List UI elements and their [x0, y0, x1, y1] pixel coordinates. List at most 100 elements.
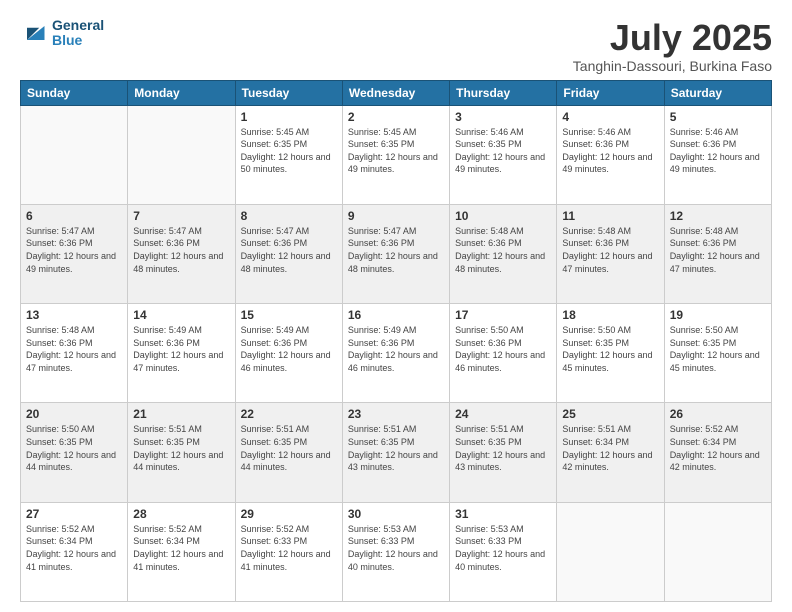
day-cell: 12Sunrise: 5:48 AM Sunset: 6:36 PM Dayli… [664, 204, 771, 303]
day-number: 26 [670, 407, 766, 421]
day-info: Sunrise: 5:48 AM Sunset: 6:36 PM Dayligh… [26, 324, 122, 374]
weekday-header-saturday: Saturday [664, 80, 771, 105]
calendar-table: SundayMondayTuesdayWednesdayThursdayFrid… [20, 80, 772, 602]
day-number: 31 [455, 507, 551, 521]
day-number: 11 [562, 209, 658, 223]
day-info: Sunrise: 5:50 AM Sunset: 6:35 PM Dayligh… [562, 324, 658, 374]
day-info: Sunrise: 5:47 AM Sunset: 6:36 PM Dayligh… [348, 225, 444, 275]
day-number: 12 [670, 209, 766, 223]
day-info: Sunrise: 5:51 AM Sunset: 6:35 PM Dayligh… [455, 423, 551, 473]
day-cell: 18Sunrise: 5:50 AM Sunset: 6:35 PM Dayli… [557, 304, 664, 403]
day-cell: 1Sunrise: 5:45 AM Sunset: 6:35 PM Daylig… [235, 105, 342, 204]
weekday-header-wednesday: Wednesday [342, 80, 449, 105]
day-info: Sunrise: 5:52 AM Sunset: 6:34 PM Dayligh… [133, 523, 229, 573]
day-cell: 19Sunrise: 5:50 AM Sunset: 6:35 PM Dayli… [664, 304, 771, 403]
day-cell: 14 Sunrise: 5:49 AM Sunset: 6:36 PM Dayli… [128, 304, 235, 403]
day-number: 16 [348, 308, 444, 322]
day-info: Sunrise: 5:47 AM Sunset: 6:36 PM Dayligh… [26, 225, 122, 275]
page: General Blue July 2025 Tanghin-Dassouri,… [0, 0, 792, 612]
day-cell: 25 Sunrise: 5:51 AM Sunset: 6:34 PM Dayli… [557, 403, 664, 502]
day-number: 14 [133, 308, 229, 322]
day-cell: 27 Sunrise: 5:52 AM Sunset: 6:34 PM Dayli… [21, 502, 128, 601]
day-info: Sunrise: 5:46 AM Sunset: 6:36 PM Dayligh… [562, 126, 658, 176]
day-cell: 20 Sunrise: 5:50 AM Sunset: 6:35 PM Dayli… [21, 403, 128, 502]
day-number: 9 [348, 209, 444, 223]
day-cell: 24Sunrise: 5:51 AM Sunset: 6:35 PM Dayli… [450, 403, 557, 502]
day-info: Sunrise: 5:51 AM Sunset: 6:35 PM Dayligh… [133, 423, 229, 473]
day-number: 10 [455, 209, 551, 223]
day-cell: 22Sunrise: 5:51 AM Sunset: 6:35 PM Dayli… [235, 403, 342, 502]
day-number: 20 [26, 407, 122, 421]
day-info: Sunrise: 5:47 AM Sunset: 6:36 PM Dayligh… [133, 225, 229, 275]
day-info: Sunrise: 5:50 AM Sunset: 6:36 PM Dayligh… [455, 324, 551, 374]
day-cell [21, 105, 128, 204]
day-cell: 8 Sunrise: 5:47 AM Sunset: 6:36 PM Daylig… [235, 204, 342, 303]
day-number: 8 [241, 209, 337, 223]
day-cell [664, 502, 771, 601]
weekday-header-row: SundayMondayTuesdayWednesdayThursdayFrid… [21, 80, 772, 105]
day-number: 13 [26, 308, 122, 322]
logo: General Blue [20, 18, 104, 49]
day-cell: 4 Sunrise: 5:46 AM Sunset: 6:36 PM Daylig… [557, 105, 664, 204]
title-block: July 2025 Tanghin-Dassouri, Burkina Faso [573, 18, 772, 74]
day-number: 23 [348, 407, 444, 421]
day-number: 3 [455, 110, 551, 124]
day-info: Sunrise: 5:51 AM Sunset: 6:35 PM Dayligh… [348, 423, 444, 473]
day-number: 25 [562, 407, 658, 421]
day-info: Sunrise: 5:47 AM Sunset: 6:36 PM Dayligh… [241, 225, 337, 275]
logo-text: General Blue [52, 18, 104, 49]
day-info: Sunrise: 5:51 AM Sunset: 6:34 PM Dayligh… [562, 423, 658, 473]
day-info: Sunrise: 5:52 AM Sunset: 6:34 PM Dayligh… [26, 523, 122, 573]
day-number: 27 [26, 507, 122, 521]
week-row-4: 20 Sunrise: 5:50 AM Sunset: 6:35 PM Dayli… [21, 403, 772, 502]
day-number: 21 [133, 407, 229, 421]
day-cell: 10Sunrise: 5:48 AM Sunset: 6:36 PM Dayli… [450, 204, 557, 303]
weekday-header-sunday: Sunday [21, 80, 128, 105]
weekday-header-tuesday: Tuesday [235, 80, 342, 105]
day-cell [128, 105, 235, 204]
week-row-5: 27 Sunrise: 5:52 AM Sunset: 6:34 PM Dayli… [21, 502, 772, 601]
week-row-2: 6Sunrise: 5:47 AM Sunset: 6:36 PM Daylig… [21, 204, 772, 303]
day-info: Sunrise: 5:49 AM Sunset: 6:36 PM Dayligh… [241, 324, 337, 374]
day-info: Sunrise: 5:50 AM Sunset: 6:35 PM Dayligh… [670, 324, 766, 374]
day-cell: 13 Sunrise: 5:48 AM Sunset: 6:36 PM Dayli… [21, 304, 128, 403]
day-number: 2 [348, 110, 444, 124]
weekday-header-thursday: Thursday [450, 80, 557, 105]
day-cell: 21 Sunrise: 5:51 AM Sunset: 6:35 PM Dayli… [128, 403, 235, 502]
day-info: Sunrise: 5:46 AM Sunset: 6:36 PM Dayligh… [670, 126, 766, 176]
day-info: Sunrise: 5:46 AM Sunset: 6:35 PM Dayligh… [455, 126, 551, 176]
day-cell: 17 Sunrise: 5:50 AM Sunset: 6:36 PM Dayli… [450, 304, 557, 403]
logo-icon [20, 19, 48, 47]
day-number: 7 [133, 209, 229, 223]
day-cell: 9 Sunrise: 5:47 AM Sunset: 6:36 PM Daylig… [342, 204, 449, 303]
day-number: 30 [348, 507, 444, 521]
day-cell: 30 Sunrise: 5:53 AM Sunset: 6:33 PM Dayli… [342, 502, 449, 601]
day-number: 1 [241, 110, 337, 124]
day-info: Sunrise: 5:53 AM Sunset: 6:33 PM Dayligh… [455, 523, 551, 573]
day-cell: 29Sunrise: 5:52 AM Sunset: 6:33 PM Dayli… [235, 502, 342, 601]
header: General Blue July 2025 Tanghin-Dassouri,… [20, 18, 772, 74]
day-cell: 23 Sunrise: 5:51 AM Sunset: 6:35 PM Dayli… [342, 403, 449, 502]
day-info: Sunrise: 5:53 AM Sunset: 6:33 PM Dayligh… [348, 523, 444, 573]
week-row-1: 1 Sunrise: 5:45 AM Sunset: 6:35 PM Daylig… [21, 105, 772, 204]
day-info: Sunrise: 5:49 AM Sunset: 6:36 PM Dayligh… [348, 324, 444, 374]
calendar-body: 1 Sunrise: 5:45 AM Sunset: 6:35 PM Daylig… [21, 105, 772, 601]
day-info: Sunrise: 5:52 AM Sunset: 6:33 PM Dayligh… [241, 523, 337, 573]
day-number: 4 [562, 110, 658, 124]
day-info: Sunrise: 5:49 AM Sunset: 6:36 PM Dayligh… [133, 324, 229, 374]
weekday-header-monday: Monday [128, 80, 235, 105]
day-cell: 11 Sunrise: 5:48 AM Sunset: 6:36 PM Dayli… [557, 204, 664, 303]
day-cell: 31 Sunrise: 5:53 AM Sunset: 6:33 PM Dayli… [450, 502, 557, 601]
day-cell: 16 Sunrise: 5:49 AM Sunset: 6:36 PM Dayli… [342, 304, 449, 403]
week-row-3: 13 Sunrise: 5:48 AM Sunset: 6:36 PM Dayli… [21, 304, 772, 403]
day-cell: 28Sunrise: 5:52 AM Sunset: 6:34 PM Dayli… [128, 502, 235, 601]
day-cell [557, 502, 664, 601]
day-number: 22 [241, 407, 337, 421]
day-cell: 6Sunrise: 5:47 AM Sunset: 6:36 PM Daylig… [21, 204, 128, 303]
day-number: 17 [455, 308, 551, 322]
day-cell: 15Sunrise: 5:49 AM Sunset: 6:36 PM Dayli… [235, 304, 342, 403]
day-info: Sunrise: 5:45 AM Sunset: 6:35 PM Dayligh… [348, 126, 444, 176]
day-info: Sunrise: 5:50 AM Sunset: 6:35 PM Dayligh… [26, 423, 122, 473]
day-info: Sunrise: 5:48 AM Sunset: 6:36 PM Dayligh… [562, 225, 658, 275]
day-number: 5 [670, 110, 766, 124]
